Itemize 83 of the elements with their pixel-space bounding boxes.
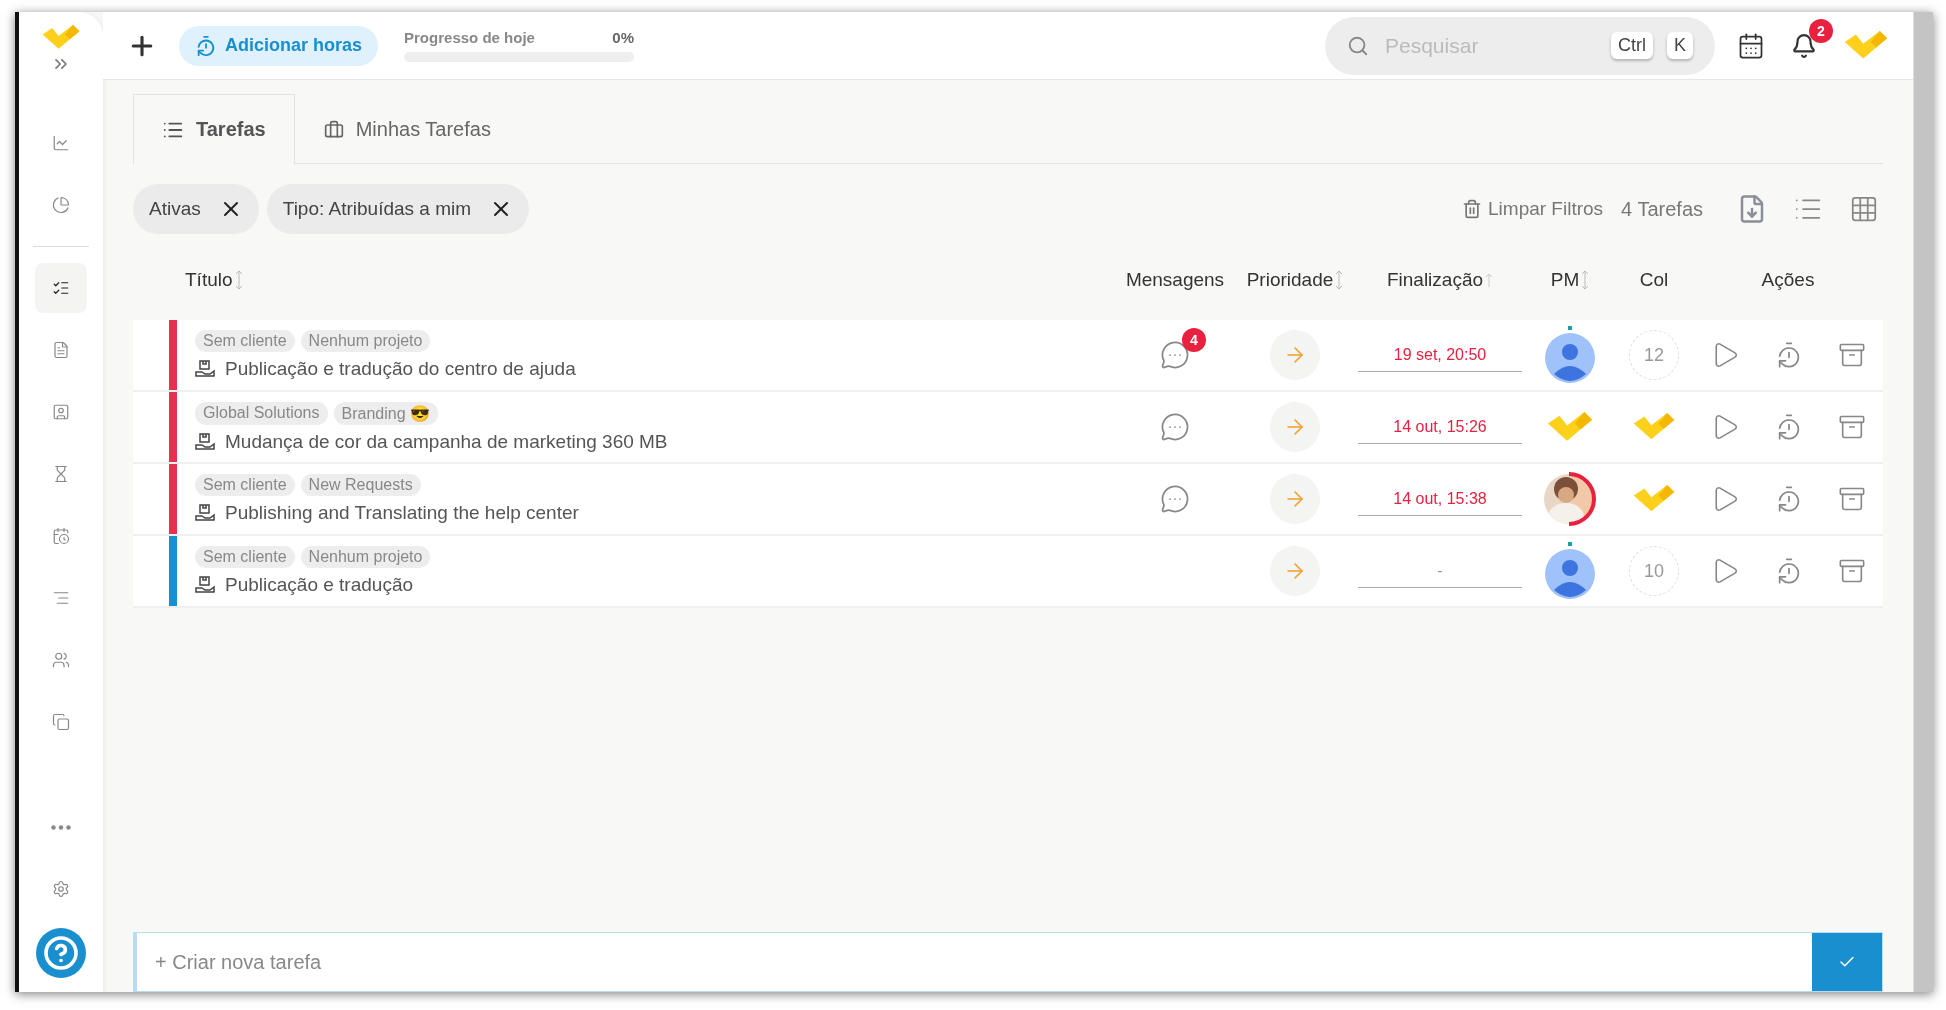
column-header[interactable]: Prioridade <box>1246 269 1334 291</box>
archive-icon <box>1837 557 1866 585</box>
stopwatch-icon <box>195 34 217 57</box>
priority-button[interactable] <box>1270 474 1320 524</box>
archive-icon <box>1837 485 1866 513</box>
tag: Sem cliente <box>195 330 295 352</box>
box-hand-icon <box>195 504 215 522</box>
notification-badge: 2 <box>1809 18 1833 43</box>
logo-avatar <box>1546 411 1594 443</box>
tag: Nenhum projeto <box>300 330 431 352</box>
sidebar-item[interactable] <box>35 263 87 314</box>
priority-button[interactable] <box>1270 402 1320 452</box>
sort-icon[interactable] <box>234 270 243 290</box>
due-date[interactable]: 19 set, 20:50 <box>1358 338 1522 372</box>
calendar-icon <box>1737 31 1765 60</box>
grid-icon <box>1849 194 1879 224</box>
column-header[interactable]: Título <box>185 269 233 291</box>
collaborator-logo <box>1632 484 1676 514</box>
user-avatar <box>1544 326 1596 384</box>
copy-icon <box>52 713 70 732</box>
user-avatar <box>1544 542 1596 600</box>
messages-button[interactable] <box>1160 484 1190 514</box>
tag: Sem cliente <box>195 546 295 568</box>
box-hand-icon <box>195 432 215 451</box>
tag: Sem cliente <box>195 474 295 496</box>
chat-bubble-icon <box>1160 340 1190 370</box>
box-hand-icon <box>195 360 215 378</box>
due-date[interactable]: 14 out, 15:26 <box>1358 410 1522 444</box>
message-badge: 4 <box>1182 328 1206 352</box>
tag: Branding 😎 <box>333 401 438 425</box>
tab[interactable]: Minhas Tarefas <box>294 94 520 164</box>
chat-bubble-icon <box>1160 412 1190 442</box>
column-header[interactable]: Mensagens <box>1125 269 1225 291</box>
task-title[interactable]: Publicação e tradução do centro de ajuda <box>225 358 576 380</box>
shortcut-key: Ctrl <box>1611 32 1653 59</box>
trash-icon <box>1462 199 1482 219</box>
task-title[interactable]: Publishing and Translating the help center <box>225 502 579 524</box>
sort-icon[interactable] <box>1581 270 1590 290</box>
task-count: 4 Tarefas <box>1621 197 1703 221</box>
search-icon <box>1347 34 1369 57</box>
messages-button[interactable] <box>1160 340 1190 370</box>
task-title[interactable]: Publicação e tradução <box>225 574 413 596</box>
column-header[interactable]: PM <box>1550 269 1580 291</box>
column-header[interactable]: Ações <box>1761 269 1815 291</box>
archive-icon <box>1837 341 1866 369</box>
tag: Global Solutions <box>195 401 328 425</box>
hourglass-icon <box>52 465 70 484</box>
calendar-icon <box>52 527 70 546</box>
messages-button[interactable] <box>1160 412 1190 442</box>
priority-button[interactable] <box>1270 330 1320 380</box>
help-button[interactable] <box>36 928 86 978</box>
sort-icon[interactable] <box>1335 270 1344 290</box>
pie-chart-icon <box>52 196 70 215</box>
collaborator-logo <box>1632 412 1676 442</box>
priority-button[interactable] <box>1270 546 1320 596</box>
chat-bubble-icon <box>1160 484 1190 514</box>
profile-logo <box>1843 30 1889 61</box>
tag: Nenhum projeto <box>300 546 431 568</box>
column-header[interactable]: Col <box>1639 269 1669 291</box>
users-icon <box>52 651 70 670</box>
task-title[interactable]: Mudança de cor da campanha de marketing 360 MB <box>225 430 668 453</box>
progress-value: 0% <box>612 29 635 46</box>
due-date[interactable]: 14 out, 15:38 <box>1358 482 1522 516</box>
column-header[interactable]: Finalização <box>1386 269 1484 291</box>
settings-icon <box>52 880 70 898</box>
document-icon <box>52 341 70 360</box>
archive-icon <box>1837 413 1866 441</box>
filter-label: Ativas <box>149 198 201 220</box>
scrollbar[interactable] <box>1913 12 1933 992</box>
box-hand-icon <box>195 576 215 594</box>
more-icon <box>51 824 71 830</box>
tab[interactable]: Tarefas <box>133 94 295 164</box>
bell-icon <box>1791 32 1817 59</box>
app-logo <box>41 24 81 51</box>
tag: New Requests <box>300 474 421 496</box>
shortcut-key: K <box>1667 32 1693 59</box>
help-icon <box>43 935 79 971</box>
filter-label: Tipo: Atribuídas a mim <box>282 198 472 220</box>
contact-icon <box>52 403 70 422</box>
clear-filters-button[interactable]: Limpar Filtros <box>1462 198 1604 220</box>
briefcase-icon <box>323 119 344 140</box>
progress-label: Progresso de hoje <box>404 29 535 46</box>
chart-icon <box>52 134 70 153</box>
